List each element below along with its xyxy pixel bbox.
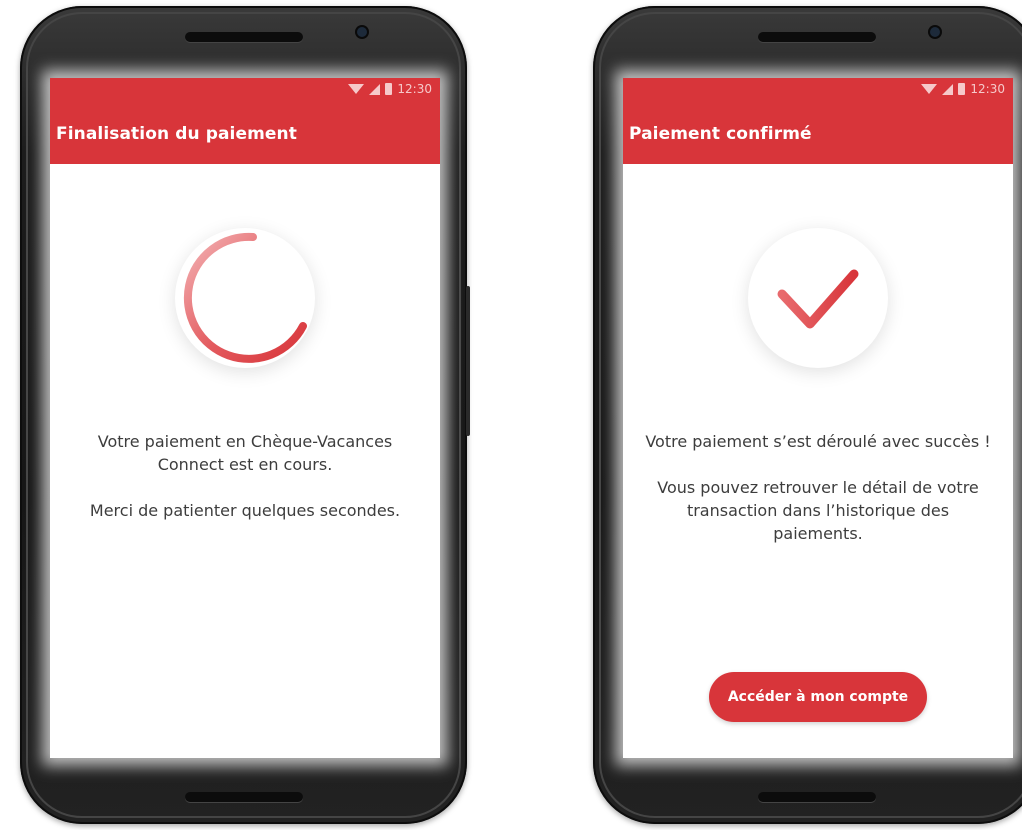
app-bar: 12:30 Paiement confirmé (623, 78, 1013, 164)
speaker-grille (757, 32, 876, 42)
processing-text: Votre paiement en Chèque-Vacances Connec… (97, 432, 393, 474)
status-bar: 12:30 (921, 78, 1005, 100)
wifi-icon (348, 84, 365, 94)
status-bar: 12:30 (348, 78, 432, 100)
screen-payment-confirmed: 12:30 Paiement confirmé Votre paiement s… (623, 78, 1013, 758)
page-title: Paiement confirmé (629, 124, 812, 144)
loading-visual (175, 228, 315, 368)
front-camera (930, 27, 940, 37)
access-account-button[interactable]: Accéder à mon compte (709, 672, 927, 722)
loading-spinner-icon (183, 232, 307, 363)
checkmark-icon (777, 269, 859, 329)
bottom-speaker-grille (184, 792, 303, 802)
speaker-grille (184, 32, 303, 42)
confirmation-message: Votre paiement s’est déroulé avec succès… (643, 430, 993, 545)
success-text: Votre paiement s’est déroulé avec succès… (645, 432, 991, 451)
battery-icon (385, 83, 393, 95)
screen-payment-processing: 12:30 Finalisation du paiement Votre pai… (50, 78, 440, 758)
status-time: 12:30 (397, 82, 432, 96)
history-text: Vous pouvez retrouver le détail de votre… (657, 478, 979, 543)
wifi-icon (921, 84, 938, 94)
phone-frame-left: 12:30 Finalisation du paiement Votre pai… (20, 6, 470, 824)
app-bar: 12:30 Finalisation du paiement (50, 78, 440, 164)
signal-icon (942, 83, 954, 95)
processing-message: Votre paiement en Chèque-Vacances Connec… (70, 430, 420, 522)
front-camera (357, 27, 367, 37)
status-time: 12:30 (970, 82, 1005, 96)
wait-text: Merci de patienter quelques secondes. (89, 501, 401, 520)
bottom-speaker-grille (757, 792, 876, 802)
side-button (466, 286, 470, 436)
page-title: Finalisation du paiement (56, 124, 297, 144)
battery-icon (958, 83, 966, 95)
success-visual (748, 228, 888, 368)
mockup-stage: 12:30 Finalisation du paiement Votre pai… (0, 0, 1022, 830)
signal-icon (369, 83, 381, 95)
phone-frame-right: 12:30 Paiement confirmé Votre paiement s… (593, 6, 1022, 824)
